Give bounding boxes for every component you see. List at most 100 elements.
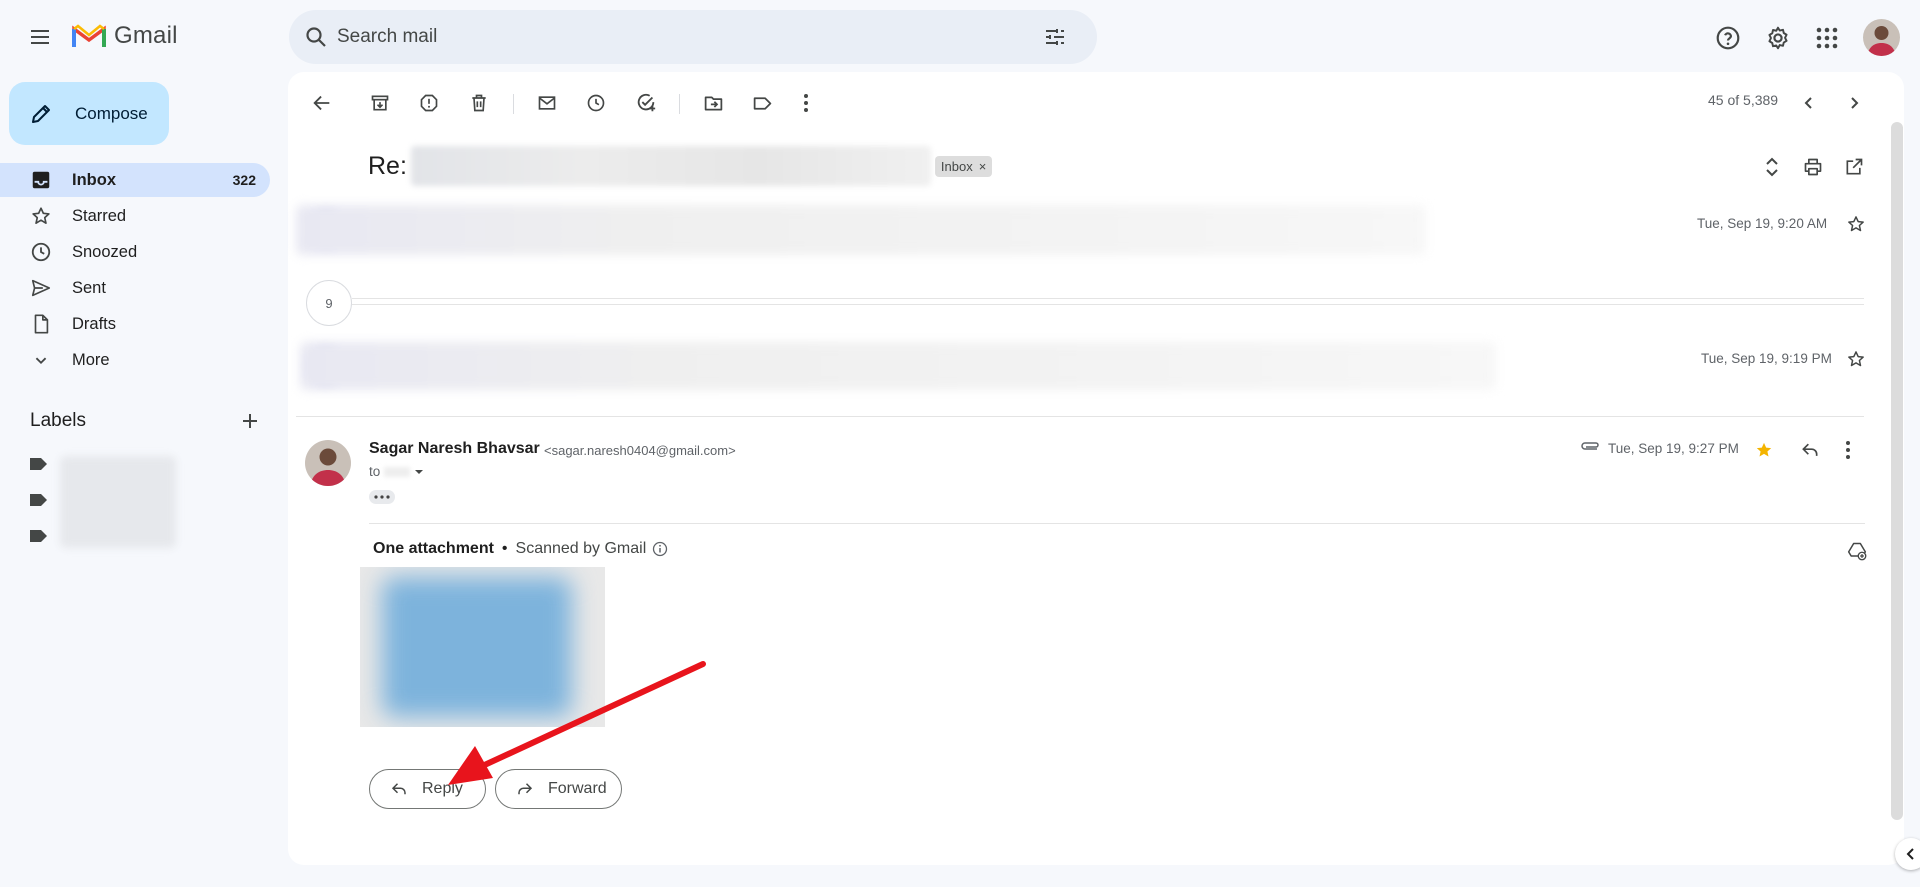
search-options-button[interactable] <box>1041 23 1069 51</box>
forward-label: Forward <box>548 780 607 797</box>
remove-label-icon[interactable]: × <box>979 159 987 174</box>
plus-icon <box>243 414 257 428</box>
sidebar-item-starred[interactable]: Starred <box>0 199 270 233</box>
collapsed-divider <box>352 304 1864 305</box>
move-to-button[interactable] <box>696 86 730 120</box>
archive-button[interactable] <box>363 86 397 120</box>
label-tag-icon[interactable] <box>30 529 50 545</box>
unfold-icon <box>1766 157 1778 177</box>
sidebar-item-inbox[interactable]: Inbox 322 <box>0 163 270 197</box>
newer-button[interactable] <box>1792 86 1826 120</box>
apps-grid-icon <box>1816 27 1838 49</box>
gear-icon <box>1768 26 1788 50</box>
label-tag-icon[interactable] <box>30 457 50 473</box>
to-label: to <box>369 464 381 479</box>
star-filled-icon <box>1756 442 1772 457</box>
inbox-label-chip[interactable]: Inbox × <box>934 155 993 177</box>
sidebar-item-more[interactable]: More <box>0 343 270 377</box>
hamburger-menu-icon <box>31 30 49 44</box>
search-input[interactable] <box>337 10 1017 64</box>
attachment-clip-icon <box>1580 440 1600 452</box>
reply-button[interactable]: Reply <box>369 769 486 809</box>
forward-icon <box>518 783 533 795</box>
tune-icon <box>1046 29 1064 45</box>
app-name: Gmail <box>114 22 178 49</box>
info-icon[interactable] <box>652 541 668 557</box>
collapsed-divider <box>352 298 1864 299</box>
sidebar-item-label: Sent <box>72 278 106 297</box>
star-button[interactable] <box>1843 346 1869 372</box>
message-snippet-redacted <box>296 205 1426 255</box>
delete-button[interactable] <box>462 86 496 120</box>
labels-button[interactable] <box>745 86 779 120</box>
collapsed-message[interactable] <box>296 205 1896 255</box>
scrollbar[interactable] <box>1891 122 1903 820</box>
message-more-button[interactable] <box>1834 436 1862 464</box>
forward-button[interactable]: Forward <box>495 769 622 809</box>
snooze-button[interactable] <box>579 86 613 120</box>
print-icon <box>1804 158 1822 176</box>
more-actions-button[interactable] <box>789 86 823 120</box>
more-horiz-icon <box>374 495 390 499</box>
back-button[interactable] <box>305 86 339 120</box>
support-button[interactable] <box>1712 22 1744 54</box>
message-date: Tue, Sep 19, 9:19 PM <box>1701 351 1832 366</box>
recipients-line[interactable]: to <box>369 464 424 479</box>
help-icon <box>1716 26 1740 50</box>
add-to-drive-icon <box>1847 542 1867 561</box>
star-icon <box>32 207 50 224</box>
older-button[interactable] <box>1837 86 1871 120</box>
search-button[interactable] <box>303 24 329 50</box>
add-task-icon <box>637 93 656 112</box>
gmail-logo[interactable]: Gmail <box>72 22 178 50</box>
reply-button-header[interactable] <box>1796 436 1824 464</box>
sidebar-item-sent[interactable]: Sent <box>0 271 270 305</box>
open-new-window-button[interactable] <box>1839 152 1869 182</box>
message-view: 45 of 5,389 Re: Inbox × Tue, Sep 19, 9:2… <box>288 72 1904 865</box>
caret-down-icon[interactable] <box>414 468 424 476</box>
add-to-drive-button[interactable] <box>1844 538 1870 564</box>
attachment-thumbnail[interactable] <box>360 567 605 727</box>
more-vert-icon <box>804 94 808 112</box>
arrow-back-icon <box>313 95 330 111</box>
toolbar-divider <box>513 94 514 114</box>
search-bar[interactable] <box>289 10 1097 64</box>
trash-icon <box>472 94 486 112</box>
report-spam-button[interactable] <box>412 86 446 120</box>
sender-name[interactable]: Sagar Naresh Bhavsar <box>369 440 540 458</box>
message-date: Tue, Sep 19, 9:27 PM <box>1608 441 1739 456</box>
main-menu-button[interactable] <box>20 17 60 57</box>
print-button[interactable] <box>1798 152 1828 182</box>
compose-button[interactable]: Compose <box>9 82 169 145</box>
account-avatar[interactable] <box>1863 19 1900 56</box>
sidebar-item-drafts[interactable]: Drafts <box>0 307 270 341</box>
separator-dot: • <box>501 540 508 557</box>
send-icon <box>31 279 51 297</box>
sender-avatar[interactable] <box>305 440 351 486</box>
sidebar-item-snoozed[interactable]: Snoozed <box>0 235 270 269</box>
mark-unread-button[interactable] <box>530 86 564 120</box>
inbox-chip-label: Inbox <box>940 158 973 174</box>
side-panel-toggle[interactable] <box>1895 838 1920 870</box>
label-icon <box>753 96 771 110</box>
create-label-button[interactable] <box>238 409 262 433</box>
expand-all-button[interactable] <box>1757 152 1787 182</box>
collapsed-messages-count[interactable]: 9 <box>306 280 352 326</box>
sidebar-item-label: Starred <box>72 206 127 225</box>
scanned-by-gmail-text: Scanned by Gmail <box>515 540 647 557</box>
google-apps-button[interactable] <box>1811 22 1843 54</box>
reply-label: Reply <box>422 780 463 797</box>
star-button[interactable] <box>1750 436 1778 464</box>
collapsed-message[interactable] <box>300 342 1900 390</box>
star-button[interactable] <box>1843 211 1869 237</box>
attachment-image-redacted <box>382 577 572 717</box>
settings-button[interactable] <box>1762 22 1794 54</box>
attachment-title: One attachment <box>373 540 494 557</box>
add-to-tasks-button[interactable] <box>629 86 663 120</box>
pagination-count: 45 of 5,389 <box>1708 92 1779 108</box>
show-trimmed-content-button[interactable] <box>369 490 395 504</box>
sidebar-item-label: Inbox <box>72 170 116 189</box>
subject-line: Re: Inbox × <box>368 146 993 186</box>
label-tag-icon[interactable] <box>30 493 50 509</box>
recipient-redacted <box>384 466 411 477</box>
